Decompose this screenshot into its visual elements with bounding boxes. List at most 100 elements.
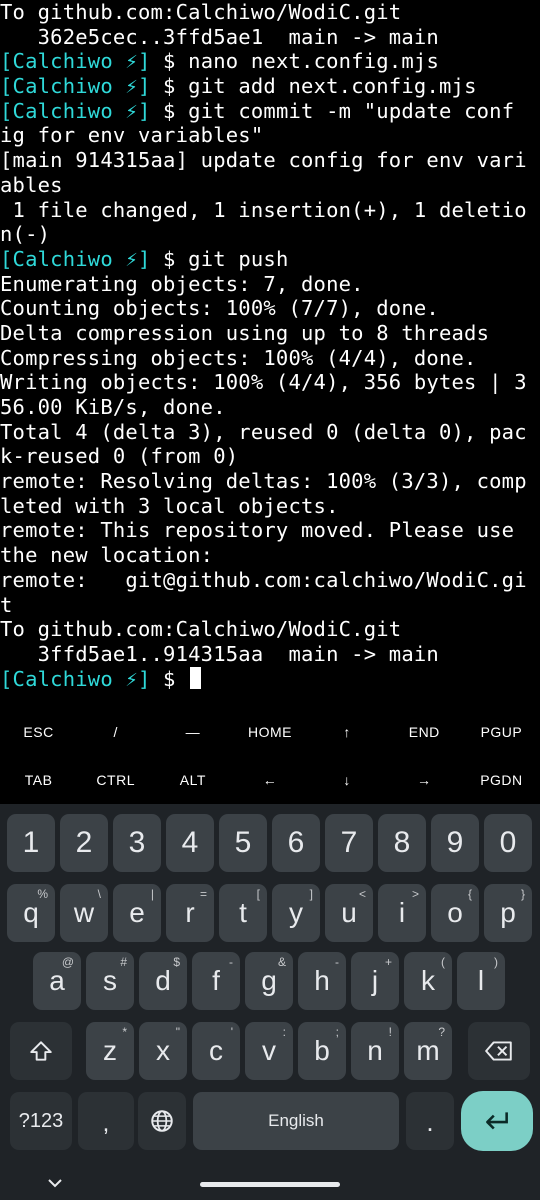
- key-d[interactable]: d $: [139, 952, 187, 1010]
- key-t[interactable]: t[: [219, 884, 267, 942]
- output-line: [main 914315aa] update config for env va…: [0, 148, 540, 173]
- shift-icon: [30, 1041, 52, 1061]
- key-w[interactable]: w \: [60, 884, 108, 942]
- key-u[interactable]: u <: [325, 884, 373, 942]
- output-text: Total 4 (delta 3), reused 0 (delta 0), p…: [0, 419, 527, 444]
- output-line: 362e5cec..3ffd5ae1 main -> main: [0, 25, 540, 50]
- key-g[interactable]: g &: [245, 952, 293, 1010]
- slash-key[interactable]: /: [77, 708, 154, 756]
- keyboard-row-middle: a @ s # d $ f - g & h - j + k(l): [0, 952, 540, 1010]
- key-label: n: [367, 1035, 383, 1066]
- key-8[interactable]: 8: [378, 814, 426, 872]
- arrow-right-key[interactable]: →: [386, 756, 463, 804]
- key-label: b: [314, 1035, 330, 1066]
- key-s[interactable]: s #: [86, 952, 134, 1010]
- key-3[interactable]: 3: [113, 814, 161, 872]
- output-text: 362e5cec..3ffd5ae1 main -> main: [0, 24, 439, 49]
- output-text: remote: Resolving deltas: 100% (3/3), co…: [0, 469, 527, 494]
- output-text: To github.com:Calchiwo/WodiC.git: [0, 0, 402, 24]
- arrow-left-key[interactable]: ←: [231, 756, 308, 804]
- key-hint: -: [229, 955, 233, 969]
- key-7[interactable]: 7: [325, 814, 373, 872]
- key-b[interactable]: b;: [298, 1022, 346, 1080]
- output-text: Compressing objects: 100% (4/4), done.: [0, 345, 477, 370]
- comma-key[interactable]: ,: [78, 1092, 134, 1150]
- key-a[interactable]: a @: [33, 952, 81, 1010]
- prompt-user: [Calchiwo ⚡]: [0, 49, 151, 74]
- shift-key[interactable]: [10, 1022, 72, 1080]
- key-9[interactable]: 9: [431, 814, 479, 872]
- key-n[interactable]: n!: [351, 1022, 399, 1080]
- key-o[interactable]: o{: [431, 884, 479, 942]
- key-2[interactable]: 2: [60, 814, 108, 872]
- key-k[interactable]: k(: [404, 952, 452, 1010]
- arrow-up-key[interactable]: ↑: [309, 708, 386, 756]
- key-r[interactable]: r =: [166, 884, 214, 942]
- key-hint: {: [467, 887, 472, 901]
- key-label: q: [23, 897, 39, 928]
- prompt-user: [Calchiwo ⚡]: [0, 74, 151, 99]
- backspace-key[interactable]: [468, 1022, 530, 1080]
- symbols-key[interactable]: ?123: [10, 1092, 72, 1150]
- key-hint: =: [199, 887, 207, 901]
- extra-keys-row-1: ESC / — HOME ↑ END PGUP: [0, 708, 540, 756]
- key-y[interactable]: y]: [272, 884, 320, 942]
- key-4[interactable]: 4: [166, 814, 214, 872]
- prompt-line: [Calchiwo ⚡] $: [0, 666, 540, 692]
- key-q[interactable]: q%: [7, 884, 55, 942]
- key-5[interactable]: 5: [219, 814, 267, 872]
- key-label: 0: [499, 826, 517, 859]
- pgdn-key[interactable]: PGDN: [463, 756, 540, 804]
- ctrl-key[interactable]: CTRL: [77, 756, 154, 804]
- alt-key[interactable]: ALT: [154, 756, 231, 804]
- key-label: p: [500, 897, 516, 928]
- key-0[interactable]: 0: [484, 814, 532, 872]
- enter-key[interactable]: [461, 1091, 533, 1151]
- tab-key[interactable]: TAB: [0, 756, 77, 804]
- key-z[interactable]: z *: [86, 1022, 134, 1080]
- key-m[interactable]: m?: [404, 1022, 452, 1080]
- output-line: remote: Resolving deltas: 100% (3/3), co…: [0, 469, 540, 494]
- key-c[interactable]: c ': [192, 1022, 240, 1080]
- key-v[interactable]: v:: [245, 1022, 293, 1080]
- space-key[interactable]: English: [193, 1092, 399, 1150]
- output-line: remote: This repository moved. Please us…: [0, 518, 540, 543]
- key-label: x: [156, 1035, 170, 1066]
- dash-key[interactable]: —: [154, 708, 231, 756]
- chevron-down-icon[interactable]: [46, 1176, 64, 1190]
- language-key[interactable]: [138, 1092, 186, 1150]
- key-h[interactable]: h-: [298, 952, 346, 1010]
- key-e[interactable]: e |: [113, 884, 161, 942]
- key-hint: :: [282, 1025, 286, 1039]
- key-f[interactable]: f-: [192, 952, 240, 1010]
- output-line: n(-): [0, 222, 540, 247]
- output-line: Total 4 (delta 3), reused 0 (delta 0), p…: [0, 420, 540, 445]
- esc-key[interactable]: ESC: [0, 708, 77, 756]
- arrow-down-key[interactable]: ↓: [309, 756, 386, 804]
- key-l[interactable]: l): [457, 952, 505, 1010]
- gesture-handle[interactable]: [200, 1182, 340, 1187]
- output-text: [main 914315aa] update config for env va…: [0, 148, 527, 173]
- key-p[interactable]: p}: [484, 884, 532, 942]
- key-1[interactable]: 1: [7, 814, 55, 872]
- output-line: Counting objects: 100% (7/7), done.: [0, 296, 540, 321]
- terminal-output[interactable]: To github.com:Calchiwo/WodiC.git 362e5ce…: [0, 0, 540, 708]
- key-j[interactable]: j +: [351, 952, 399, 1010]
- output-text: remote: git@github.com:calchiwo/WodiC.gi: [0, 567, 527, 592]
- key-hint: ;: [335, 1025, 339, 1039]
- output-line: Writing objects: 100% (4/4), 356 bytes |…: [0, 370, 540, 395]
- key-i[interactable]: i >: [378, 884, 426, 942]
- period-key[interactable]: .: [406, 1092, 454, 1150]
- key-label: d: [155, 965, 171, 996]
- key-6[interactable]: 6: [272, 814, 320, 872]
- output-line: Delta compression using up to 8 threads: [0, 321, 540, 346]
- command-text: git push: [188, 246, 289, 271]
- end-key[interactable]: END: [386, 708, 463, 756]
- key-label: 1: [22, 826, 40, 859]
- prompt-symbol: $: [150, 98, 189, 123]
- home-key[interactable]: HOME: [231, 708, 308, 756]
- key-x[interactable]: x ": [139, 1022, 187, 1080]
- key-hint: [: [256, 887, 260, 901]
- key-label: 9: [446, 826, 464, 859]
- pgup-key[interactable]: PGUP: [463, 708, 540, 756]
